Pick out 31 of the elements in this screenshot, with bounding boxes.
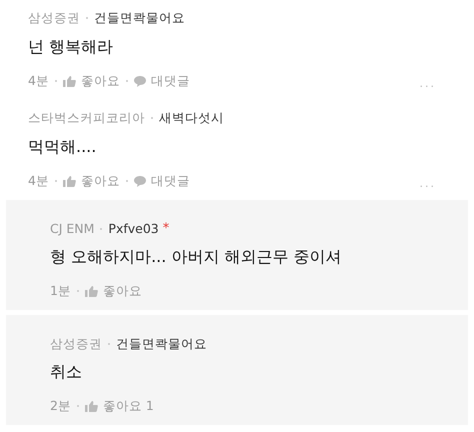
comment-text: 취소 xyxy=(50,361,83,383)
company-name: 삼성증권 xyxy=(50,335,102,353)
timestamp: 4분 xyxy=(28,172,49,190)
timestamp: 2분 xyxy=(50,397,71,415)
reply-button[interactable]: 대댓글 xyxy=(134,172,190,191)
thumbs-up-icon xyxy=(84,400,98,412)
like-button[interactable]: 좋아요 xyxy=(62,172,120,191)
nickname[interactable]: 새벽다섯시 xyxy=(159,109,224,127)
like-button[interactable]: 좋아요 1 xyxy=(84,397,154,416)
nickname[interactable]: Pxfve03 xyxy=(108,220,159,238)
like-button[interactable]: 좋아요 xyxy=(84,282,142,301)
timestamp: 1분 xyxy=(50,282,71,300)
company-name: CJ ENM xyxy=(50,220,94,238)
thumbs-up-icon xyxy=(62,76,76,87)
company-name: 스타벅스커피코리아 xyxy=(28,109,145,127)
speech-bubble-icon xyxy=(134,76,146,87)
more-button[interactable]: ... xyxy=(420,176,436,192)
comment-text: 먹먹해.... xyxy=(28,136,98,158)
more-button[interactable]: ... xyxy=(420,76,436,92)
reply-button[interactable]: 대댓글 xyxy=(134,72,190,91)
thumbs-up-icon xyxy=(84,286,98,297)
company-name: 삼성증권 xyxy=(28,9,80,27)
comment-text: 형 오해하지마... 아버지 해외근무 중이셔 xyxy=(50,246,343,268)
thumbs-up-icon xyxy=(62,176,76,187)
speech-bubble-icon xyxy=(134,176,146,187)
nickname[interactable]: 건들면콱물어요 xyxy=(116,335,207,353)
new-marker: * xyxy=(162,220,170,238)
like-button[interactable]: 좋아요 xyxy=(62,72,120,91)
nickname[interactable]: 건들면콱물어요 xyxy=(94,9,185,27)
timestamp: 4분 xyxy=(28,72,49,90)
comment-text: 넌 행복해라 xyxy=(28,36,114,58)
